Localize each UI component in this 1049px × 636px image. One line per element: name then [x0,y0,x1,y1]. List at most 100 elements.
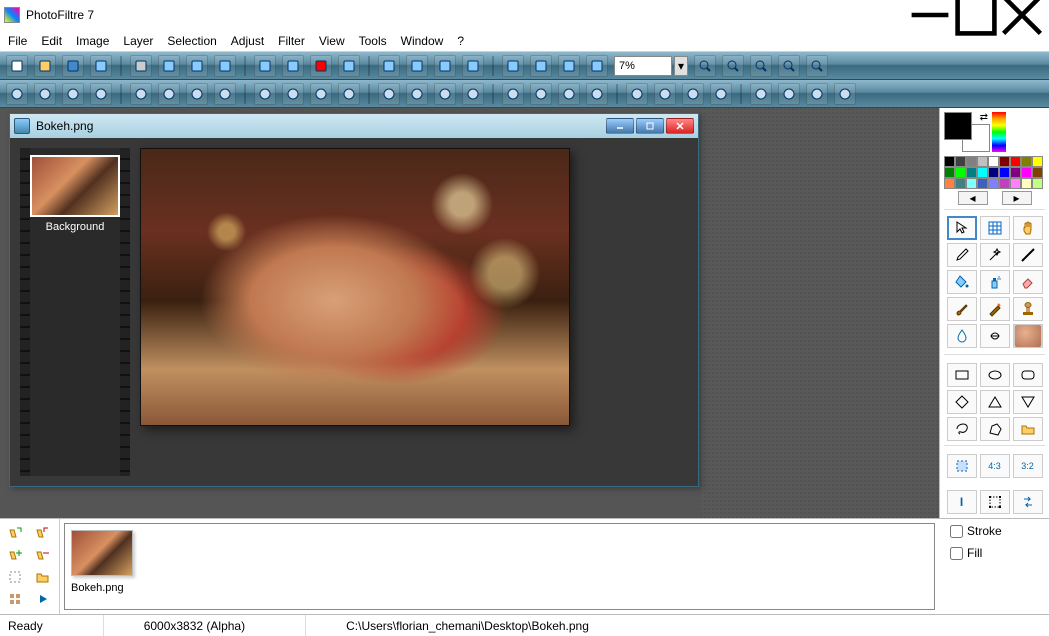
brush-tool[interactable] [947,297,977,321]
tray-open-icon[interactable] [31,567,55,587]
palette-swatch[interactable] [977,167,988,178]
auto-level-button[interactable] [310,83,332,105]
eyedropper-tool[interactable] [947,243,977,267]
tray-select-icon[interactable] [4,567,28,587]
dither-button[interactable] [682,83,704,105]
palette-swatch[interactable] [988,156,999,167]
maximize-button[interactable] [953,0,999,30]
polygon-shape[interactable] [980,417,1010,441]
bright-minus-button[interactable] [6,83,28,105]
sat-plus-button[interactable] [214,83,236,105]
auto-contrast-button[interactable] [338,83,360,105]
palette-swatch[interactable] [1021,178,1032,189]
line-tool[interactable] [1013,243,1043,267]
fill-tool[interactable] [947,270,977,294]
palette-next-button[interactable]: ▸ [1002,191,1032,205]
layers-button[interactable] [530,55,552,77]
copy-button[interactable] [254,55,276,77]
zoom-dropdown-button[interactable]: ▾ [674,56,688,76]
palette-swatch[interactable] [1021,156,1032,167]
palette-swatch[interactable] [966,178,977,189]
ellipse-shape[interactable] [980,363,1010,387]
bounds-option[interactable] [980,490,1010,514]
menu-tools[interactable]: Tools [359,34,387,48]
sharpen1-button[interactable] [558,83,580,105]
bright-plus-button[interactable] [34,83,56,105]
spectrum-picker[interactable] [992,112,1006,152]
blur-less-button[interactable] [434,83,456,105]
minimize-button[interactable] [907,0,953,30]
sparkle-button[interactable] [558,55,580,77]
palette-swatch[interactable] [988,178,999,189]
new-button[interactable] [6,55,28,77]
menu-filter[interactable]: Filter [278,34,305,48]
fit-button[interactable] [750,55,772,77]
hue-left-button[interactable] [254,83,276,105]
histogram-button[interactable] [338,55,360,77]
zoom-in-button[interactable] [694,55,716,77]
triangle-shape[interactable] [980,390,1010,414]
layer-thumbnail[interactable] [30,155,120,217]
contrast-plus-button[interactable] [90,83,112,105]
palette-swatch[interactable] [1032,156,1043,167]
rect-shape[interactable] [947,363,977,387]
text-sel-option[interactable]: I [947,490,977,514]
palette-swatch[interactable] [1010,178,1021,189]
menu-layer[interactable]: Layer [123,34,153,48]
close-button[interactable] [999,0,1045,30]
menu-file[interactable]: File [8,34,27,48]
diamond-shape[interactable] [947,390,977,414]
palette-swatch[interactable] [966,167,977,178]
adv-brush-tool[interactable] [980,297,1010,321]
menu-selection[interactable]: Selection [167,34,216,48]
module-button[interactable] [586,55,608,77]
tray-remove-icon[interactable] [31,545,55,565]
fullscreen-button[interactable] [806,55,828,77]
thumbnail-tray[interactable]: Bokeh.png [64,523,935,610]
palette-swatch[interactable] [1032,178,1043,189]
text-button[interactable] [502,55,524,77]
palette-swatch[interactable] [944,167,955,178]
menu-window[interactable]: Window [401,34,444,48]
menu-adjust[interactable]: Adjust [231,34,264,48]
hue-right-button[interactable] [282,83,304,105]
eraser-tool[interactable] [1013,270,1043,294]
pointer-tool[interactable] [947,216,977,240]
tray-add-icon[interactable] [4,545,28,565]
move-button[interactable] [378,55,400,77]
fg-bg-colors[interactable]: ⇄ [944,112,990,152]
menu-view[interactable]: View [319,34,345,48]
menu-help[interactable]: ? [457,34,464,48]
menu-edit[interactable]: Edit [41,34,62,48]
wand-tool[interactable] [980,243,1010,267]
redo-button[interactable] [214,55,236,77]
contrast-minus-button[interactable] [62,83,84,105]
frame-button[interactable] [750,83,772,105]
image-viewport[interactable] [140,148,688,476]
spray-tool[interactable] [980,270,1010,294]
tray-thumbnail[interactable] [71,530,133,576]
palette-swatch[interactable] [977,178,988,189]
flip-button[interactable] [462,55,484,77]
palette-swatch[interactable] [1032,167,1043,178]
palette-swatch[interactable] [966,156,977,167]
drop1-button[interactable] [502,83,524,105]
sepia-button[interactable] [406,83,428,105]
save-as-button[interactable] [90,55,112,77]
palette-swatch[interactable] [1021,167,1032,178]
document-titlebar[interactable]: Bokeh.png [10,114,698,138]
grid-tool[interactable] [980,216,1010,240]
relief-button[interactable] [626,83,648,105]
canvas-size-button[interactable] [434,55,456,77]
lasso-shape[interactable] [947,417,977,441]
gamma-plus-button[interactable] [158,83,180,105]
paste-button[interactable] [282,55,304,77]
zoom-out-button[interactable] [722,55,744,77]
palette-swatch[interactable] [988,167,999,178]
blur-tool[interactable] [947,324,977,348]
palette-swatch[interactable] [944,178,955,189]
clipboard-button[interactable] [778,83,800,105]
folder-shape[interactable] [1013,417,1043,441]
rgb-button[interactable] [310,55,332,77]
roundrect-shape[interactable] [1013,363,1043,387]
